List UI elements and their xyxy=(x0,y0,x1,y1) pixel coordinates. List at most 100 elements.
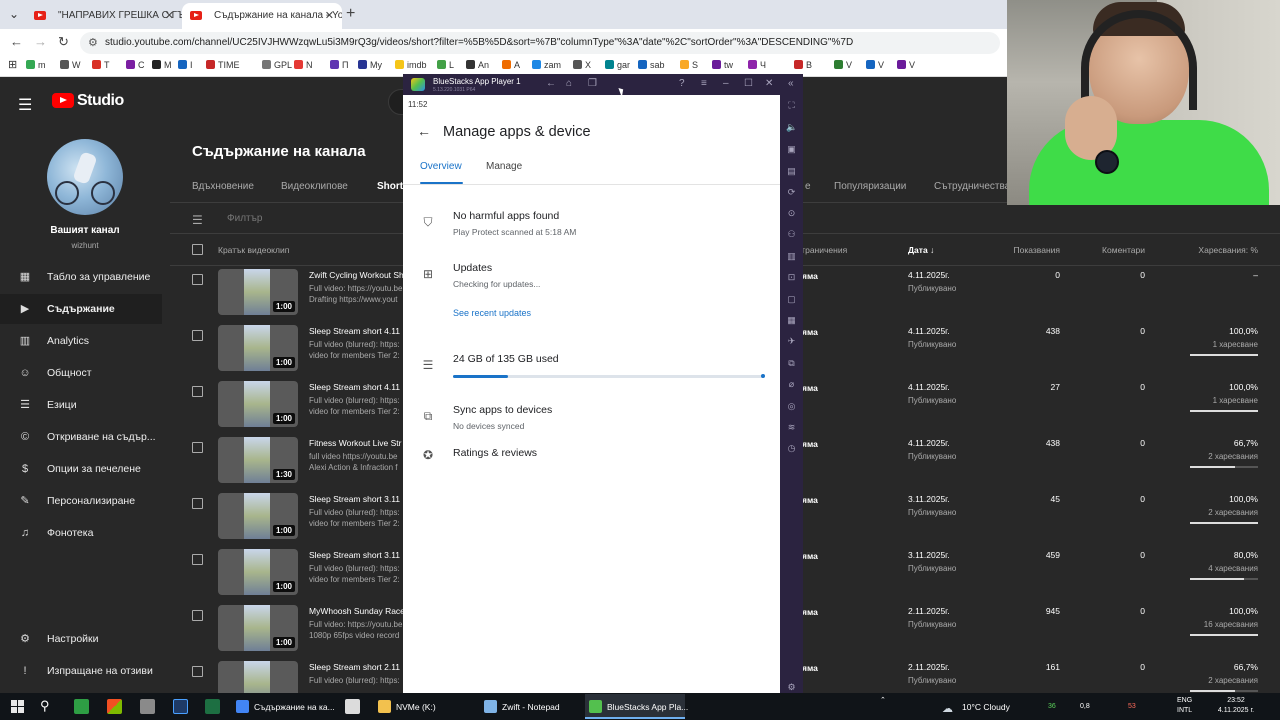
macro-icon[interactable]: ◷ xyxy=(786,443,797,454)
window-icon[interactable]: ▢ xyxy=(786,294,797,305)
weather-text[interactable]: 10°C Cloudy xyxy=(962,702,1010,712)
bookmark-item[interactable]: П xyxy=(330,60,348,70)
site-info-icon[interactable]: ⚙ xyxy=(88,36,98,49)
multi-instance-icon[interactable]: ⧉ xyxy=(786,358,797,369)
row-checkbox[interactable] xyxy=(192,610,203,621)
bookmark-item[interactable]: Ч xyxy=(748,60,766,70)
bookmark-item[interactable]: GPL xyxy=(262,60,292,70)
video-thumbnail[interactable]: 1:00 xyxy=(218,605,298,651)
menu-icon[interactable]: ☰ xyxy=(18,95,32,115)
pinned-app-icon[interactable] xyxy=(74,699,89,714)
folder-icon[interactable]: ▦ xyxy=(786,315,797,326)
row-checkbox[interactable] xyxy=(192,666,203,677)
browser-tab-2[interactable]: Съдържание на канала - YouTube ✕ xyxy=(182,3,342,29)
airplane-icon[interactable]: ✈ xyxy=(786,336,797,347)
back-icon[interactable]: ← xyxy=(546,78,556,89)
rotate-icon[interactable]: ⟳ xyxy=(786,187,797,198)
sync-title[interactable]: Sync apps to devices xyxy=(453,404,552,416)
language-layout[interactable]: INTL xyxy=(1177,707,1192,714)
bookmark-item[interactable]: An xyxy=(466,60,489,70)
language-code[interactable]: ENG xyxy=(1177,697,1192,704)
clock-date[interactable]: 4.11.2025 г. xyxy=(1206,707,1266,714)
row-checkbox[interactable] xyxy=(192,330,203,341)
bookmark-item[interactable]: V xyxy=(897,60,915,70)
row-checkbox[interactable] xyxy=(192,498,203,509)
video-thumbnail[interactable]: 1:00 xyxy=(218,269,298,315)
new-tab-icon[interactable]: + xyxy=(346,5,355,23)
minimize-icon[interactable]: – xyxy=(723,78,729,89)
tab-live[interactable]: е xyxy=(805,181,811,192)
tray-stat-2[interactable]: 0,8 xyxy=(1080,703,1090,710)
excel-icon[interactable] xyxy=(205,699,220,714)
back-arrow-icon[interactable]: ← xyxy=(417,123,431,139)
bookmark-item[interactable]: V xyxy=(866,60,884,70)
bookmark-item[interactable]: My xyxy=(358,60,382,70)
tab-promotions[interactable]: Популяризации xyxy=(834,181,906,192)
browser-tab-1[interactable]: "НАПРАВИХ ГРЕШКА С ГЪМОВ ✕ xyxy=(26,3,182,29)
tab-videos[interactable]: Видеоклипове xyxy=(281,181,348,192)
video-thumbnail[interactable]: 1:00 xyxy=(218,381,298,427)
tab-inspiration[interactable]: Вдъхновение xyxy=(192,181,254,192)
home-icon[interactable]: ⌂ xyxy=(566,78,572,89)
layers-icon[interactable]: ≋ xyxy=(786,422,797,433)
bookmark-item[interactable]: A xyxy=(502,60,520,70)
see-recent-updates-link[interactable]: See recent updates xyxy=(453,308,531,318)
sidebar-item-content-discovery[interactable]: © Откриване на съдър... xyxy=(0,422,162,452)
filter-icon[interactable]: ☰ xyxy=(192,213,203,227)
youtube-logo-icon[interactable] xyxy=(52,93,74,108)
gamepad-icon[interactable]: ⚇ xyxy=(786,229,797,240)
bookmark-item[interactable]: N xyxy=(294,60,313,70)
close-icon[interactable]: ✕ xyxy=(765,78,773,89)
maximize-icon[interactable]: ☐ xyxy=(744,78,753,89)
tab-manage[interactable]: Manage xyxy=(486,161,522,172)
taskbar-app[interactable]: Zwift - Notepad xyxy=(480,694,572,719)
taskbar-app[interactable]: NVMe (K:) xyxy=(374,694,466,719)
video-title[interactable]: MyWhoosh Sunday Race xyxy=(309,606,405,616)
bookmark-item[interactable]: B xyxy=(794,60,812,70)
sidebar-item-analytics[interactable]: ▥ Analytics xyxy=(0,326,162,356)
sidebar-item-customization[interactable]: ✎ Персонализиране xyxy=(0,486,162,516)
performance-icon[interactable]: ▥ xyxy=(786,251,797,262)
sidebar-item-dashboard[interactable]: ▦ Табло за управление xyxy=(0,262,162,292)
video-thumbnail[interactable]: 1:00 xyxy=(218,549,298,595)
video-title[interactable]: Zwift Cycling Workout Sh xyxy=(309,270,404,280)
bookmark-item[interactable]: W xyxy=(60,60,81,70)
storage-title[interactable]: 24 GB of 135 GB used xyxy=(453,353,559,365)
show-hidden-icons[interactable]: ⌃ xyxy=(880,696,886,704)
location-icon[interactable]: ◎ xyxy=(786,401,797,412)
pinned-app-icon[interactable] xyxy=(107,699,122,714)
row-checkbox[interactable] xyxy=(192,554,203,565)
sidebar-item-monetization[interactable]: $ Опции за печелене xyxy=(0,454,162,484)
tab-collaborations[interactable]: Сътрудничества xyxy=(934,181,1010,192)
taskbar-app[interactable]: Съдържание на ка... xyxy=(232,694,338,719)
close-icon[interactable]: ✕ xyxy=(325,5,334,27)
fullscreen-icon[interactable]: ⛶ xyxy=(786,100,797,111)
column-views[interactable]: Показвания xyxy=(1000,245,1060,255)
video-thumbnail[interactable]: 1:30 xyxy=(218,437,298,483)
column-date[interactable]: Дата ↓ xyxy=(908,245,934,255)
video-thumbnail[interactable]: 1:00 xyxy=(218,493,298,539)
bookmark-item[interactable]: S xyxy=(680,60,698,70)
tray-stat-1[interactable]: 36 xyxy=(1048,703,1056,710)
bookmark-item[interactable]: TIME xyxy=(206,60,240,70)
photoshop-icon[interactable] xyxy=(173,699,188,714)
screenshot-icon[interactable]: ▣ xyxy=(786,144,797,155)
video-title[interactable]: Sleep Stream short 3.11 xyxy=(309,550,400,560)
video-title[interactable]: Fitness Workout Live Str xyxy=(309,438,401,448)
avatar[interactable] xyxy=(47,139,123,215)
sidebar-item-content[interactable]: ▶ Съдържание xyxy=(0,294,162,324)
row-checkbox[interactable] xyxy=(192,386,203,397)
hamburger-menu-icon[interactable]: ≡ xyxy=(701,78,707,89)
video-title[interactable]: Sleep Stream short 4.11 xyxy=(309,326,400,336)
volume-icon[interactable]: 🔈 xyxy=(786,122,797,133)
bookmark-item[interactable]: V xyxy=(834,60,852,70)
back-icon[interactable]: ← xyxy=(10,34,23,49)
eco-mode-icon[interactable]: ⌀ xyxy=(786,379,797,390)
collapse-sidebar-icon[interactable]: « xyxy=(788,78,794,89)
taskbar-app[interactable]: BlueStacks App Pla... xyxy=(585,694,688,719)
video-title[interactable]: Sleep Stream short 2.11 xyxy=(309,662,400,672)
close-icon[interactable]: ✕ xyxy=(165,5,174,27)
windows-start-icon[interactable] xyxy=(11,700,24,713)
video-title[interactable]: Sleep Stream short 4.11 xyxy=(309,382,400,392)
tab-search-icon[interactable]: ⌄ xyxy=(6,7,22,21)
